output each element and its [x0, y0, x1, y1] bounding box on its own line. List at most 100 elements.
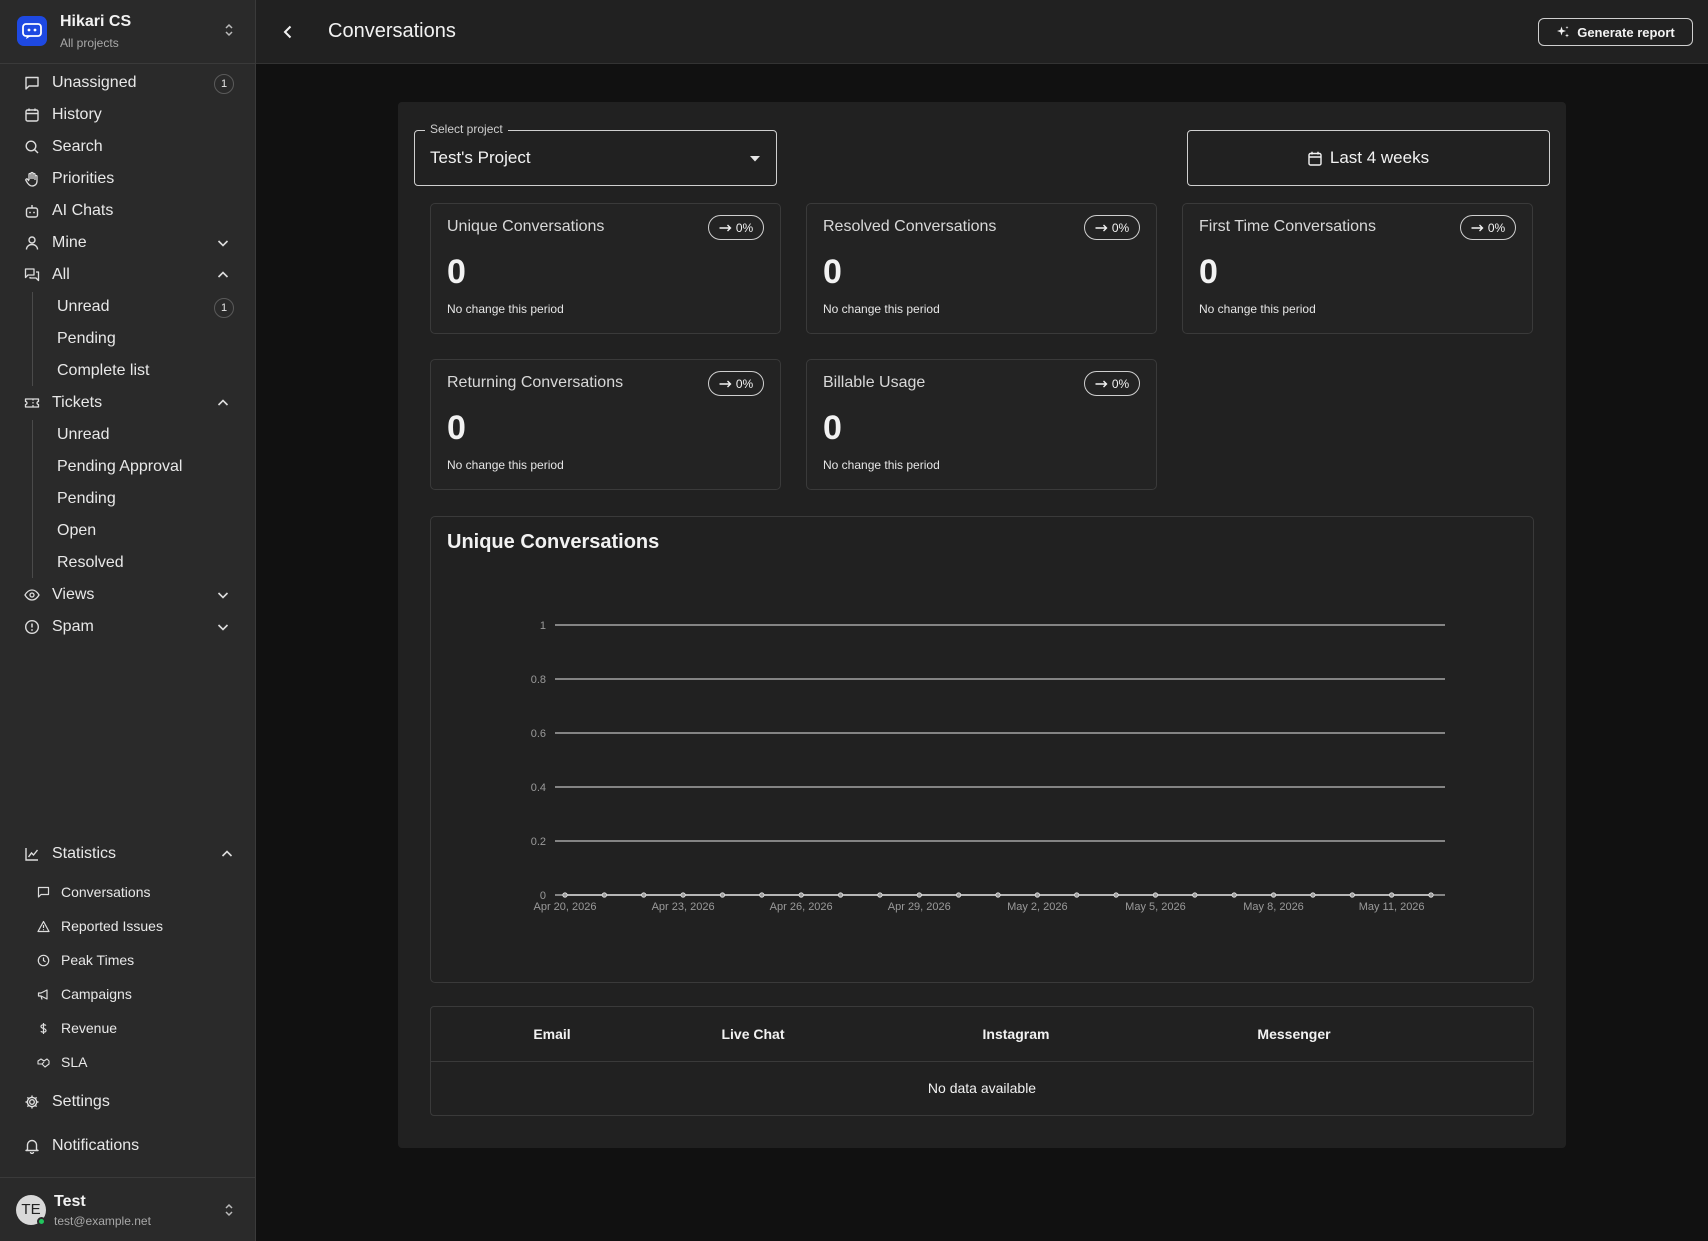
sidebar-item-all-complete-list[interactable]: Complete list	[0, 356, 255, 386]
sidebar-item-history[interactable]: History	[0, 100, 255, 130]
sidebar-item-tickets-open[interactable]: Open	[0, 516, 255, 546]
sidebar-item-mine[interactable]: Mine	[0, 228, 255, 258]
stat-card-value: 0	[823, 253, 842, 291]
sidebar-item-label: Unassigned	[52, 74, 137, 91]
gear-icon	[25, 1095, 39, 1109]
data-point	[719, 892, 726, 898]
change-badge: 0%	[1084, 215, 1140, 240]
data-point	[1389, 892, 1395, 898]
change-value: 0%	[735, 220, 754, 235]
sidebar-item-tickets-resolved[interactable]: Resolved	[0, 548, 255, 578]
sidebar-item-label: Priorities	[52, 170, 115, 187]
sidebar-item-label: AI Chats	[52, 202, 114, 219]
project-select-value: Test's Project	[430, 148, 531, 167]
hand-icon	[25, 171, 38, 187]
sidebar-item-all[interactable]: All	[0, 260, 255, 290]
change-value: 0%	[1111, 220, 1130, 235]
y-tick-label: 0.4	[531, 782, 546, 794]
sidebar-item-tickets-pending[interactable]: Pending	[0, 484, 255, 514]
x-tick-label: May 2, 2026	[1007, 901, 1068, 913]
stats-item-sla[interactable]: SLA	[0, 1047, 255, 1077]
alert-circle-icon	[24, 619, 40, 635]
stats-item-revenue[interactable]: Revenue	[0, 1013, 255, 1043]
stats-item-label: Conversations	[61, 884, 151, 900]
top-bar: Conversations Generate report	[256, 0, 1708, 64]
sidebar-item-notifications[interactable]: Notifications	[0, 1131, 255, 1161]
change-value: 0%	[1111, 376, 1130, 391]
change-badge: 0%	[708, 215, 764, 240]
bell-icon	[25, 1139, 39, 1154]
stats-item-campaigns[interactable]: Campaigns	[0, 979, 255, 1009]
unique-conversations-chart-card: Unique Conversations 0 0.2 0.4 0.6 0.8 1 Apr 2…	[430, 516, 1534, 983]
sidebar-item-tickets-unread[interactable]: Unread	[0, 420, 255, 450]
sidebar-item-tickets[interactable]: Tickets	[0, 388, 255, 418]
sidebar-item-views[interactable]: Views	[0, 580, 255, 610]
project-select[interactable]: Select project Test's Project	[414, 122, 777, 186]
sidebar-item-label: Open	[57, 522, 97, 539]
bot-icon	[25, 205, 39, 218]
back-arrow-icon[interactable]	[278, 22, 298, 42]
sidebar-item-settings[interactable]: Settings	[0, 1087, 255, 1117]
data-point	[916, 892, 922, 898]
data-point	[995, 892, 1001, 898]
user-email: test@example.net	[54, 1214, 151, 1228]
user-name: Test	[54, 1193, 86, 1210]
chevron-up-down-icon	[225, 1203, 233, 1217]
message-square-icon	[37, 886, 50, 898]
x-tick-label: May 8, 2026	[1243, 901, 1304, 913]
change-value: 0%	[1487, 220, 1506, 235]
data-point	[1231, 892, 1237, 898]
ticket-icon	[24, 398, 40, 408]
workspace-switcher[interactable]: Hikari CS All projects	[0, 0, 255, 64]
x-tick-label: Apr 20, 2026	[534, 901, 597, 913]
chevron-down-icon	[217, 592, 229, 599]
sidebar-item-statistics[interactable]: Statistics	[0, 839, 255, 869]
sidebar-item-label: Complete list	[57, 362, 150, 379]
stats-item-conversations[interactable]: Conversations	[0, 877, 255, 907]
sidebar-item-tickets-pending-approval[interactable]: Pending Approval	[0, 452, 255, 482]
data-point	[1034, 892, 1040, 898]
stat-card-note: No change this period	[447, 302, 564, 316]
sidebar-item-label: Tickets	[52, 394, 103, 411]
sidebar-item-label: All	[52, 266, 70, 283]
sidebar-item-label: Settings	[52, 1093, 110, 1110]
sidebar-item-all-unread[interactable]: Unread 1	[0, 292, 255, 322]
statistics-panel: Select project Test's Project Last 4 wee…	[398, 102, 1566, 1148]
stats-item-reported-issues[interactable]: Reported Issues	[0, 911, 255, 941]
sidebar-item-all-pending[interactable]: Pending	[0, 324, 255, 354]
stat-card-title: Resolved Conversations	[823, 218, 997, 235]
stat-card-note: No change this period	[823, 302, 940, 316]
stats-item-label: Revenue	[61, 1020, 118, 1036]
stat-card-note: No change this period	[823, 458, 940, 472]
column-header-messenger: Messenger	[1257, 1026, 1331, 1042]
user-menu[interactable]: TE Test test@example.net	[0, 1177, 255, 1241]
online-status-dot	[37, 1217, 46, 1226]
date-range-button[interactable]: Last 4 weeks	[1187, 130, 1550, 186]
page-title: Conversations	[328, 20, 456, 42]
sidebar-item-label: Unread	[57, 298, 110, 315]
data-point	[837, 892, 844, 898]
workspace-subtitle: All projects	[60, 36, 119, 50]
stat-card-note: No change this period	[1199, 302, 1316, 316]
sidebar-item-unassigned[interactable]: Unassigned 1	[0, 68, 255, 98]
calendar-icon	[1308, 151, 1322, 166]
sidebar-item-priorities[interactable]: Priorities	[0, 164, 255, 194]
y-tick-label: 0.6	[531, 728, 546, 740]
sidebar-item-label: Views	[52, 586, 95, 603]
stat-card-title: Billable Usage	[823, 374, 926, 391]
messages-icon	[24, 268, 40, 282]
sidebar-item-label: Pending Approval	[57, 458, 183, 475]
generate-report-button[interactable]: Generate report	[1538, 18, 1693, 46]
sidebar-item-label: Search	[52, 138, 103, 155]
stats-item-peak-times[interactable]: Peak Times	[0, 945, 255, 975]
sidebar-item-ai-chats[interactable]: AI Chats	[0, 196, 255, 226]
date-range-label: Last 4 weeks	[1329, 148, 1430, 167]
stat-card-returning-conversations: Returning Conversations 0% 0 No change t…	[430, 359, 781, 490]
data-point	[798, 892, 804, 898]
sidebar-item-spam[interactable]: Spam	[0, 612, 255, 642]
dollar-icon	[40, 1023, 47, 1034]
y-tick-label: 0.8	[531, 674, 546, 686]
sidebar-item-search[interactable]: Search	[0, 132, 255, 162]
data-point	[1113, 892, 1119, 898]
user-icon	[25, 236, 39, 250]
